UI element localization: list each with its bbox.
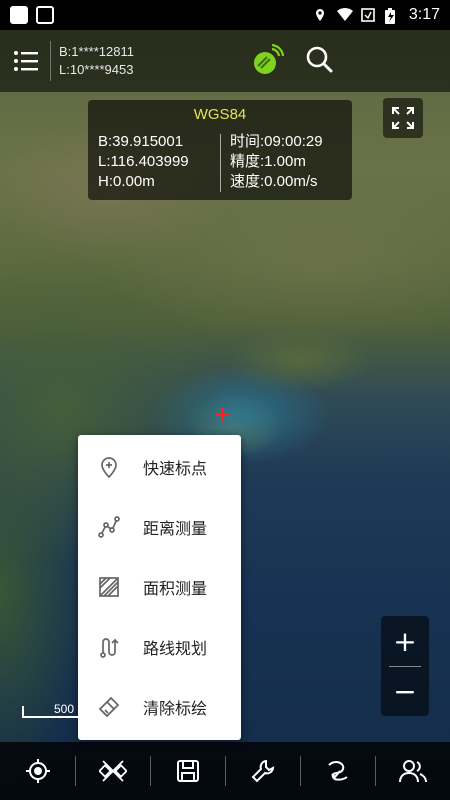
menu-item-label: 清除标绘 xyxy=(143,699,208,718)
track-icon xyxy=(325,758,351,784)
menu-item-route-plan[interactable]: 路线规划 xyxy=(78,617,241,677)
wrench-icon xyxy=(250,758,276,784)
menu-item-label: 面积测量 xyxy=(143,579,208,598)
users-button[interactable] xyxy=(375,742,450,800)
locate-icon xyxy=(25,758,51,784)
coord-l: L:10****9453 xyxy=(59,62,134,77)
track-button[interactable] xyxy=(300,742,375,800)
menu-item-quick-mark[interactable]: 快速标点 xyxy=(78,437,241,497)
save-icon xyxy=(175,758,201,784)
search-icon xyxy=(302,42,338,78)
menu-item-area-measure[interactable]: 面积测量 xyxy=(78,557,241,617)
clock: 3:17 xyxy=(408,6,440,23)
bottom-toolbar xyxy=(0,742,450,800)
longitude-value: L:116.403999 xyxy=(98,153,189,170)
zoom-out-button[interactable]: − xyxy=(381,666,429,716)
gallery-icon xyxy=(10,6,28,24)
menu-item-label: 快速标点 xyxy=(143,459,208,478)
accuracy-value: 精度:1.00m xyxy=(230,153,306,170)
tools-button[interactable] xyxy=(75,742,150,800)
menu-item-clear-marks[interactable]: 清除标绘 xyxy=(78,677,241,737)
fullscreen-button[interactable] xyxy=(383,98,423,138)
menu-icon xyxy=(13,50,39,72)
settings-tools-button[interactable] xyxy=(225,742,300,800)
clear-brush-icon xyxy=(97,695,121,719)
current-coordinates: B:1****12811 L:10****9453 xyxy=(59,43,134,79)
topbar-divider xyxy=(50,41,51,81)
pin-add-icon xyxy=(97,455,121,479)
zoom-control: + − xyxy=(381,616,429,716)
route-plan-icon xyxy=(97,635,121,659)
datum-label: WGS84 xyxy=(193,106,247,123)
location-icon xyxy=(313,8,327,22)
gps-signal-button[interactable] xyxy=(250,44,284,78)
top-bar: B:1****12811 L:10****9453 xyxy=(0,30,450,92)
scale-bar: 500 xyxy=(22,700,82,720)
latitude-value: B:39.915001 xyxy=(98,133,184,150)
fullscreen-icon xyxy=(391,106,415,130)
scale-label: 500 xyxy=(54,702,75,716)
sim-icon xyxy=(361,8,375,22)
info-divider xyxy=(220,134,221,192)
menu-item-label: 路线规划 xyxy=(143,639,208,658)
menu-button[interactable] xyxy=(4,39,48,83)
menu-item-label: 距离测量 xyxy=(143,519,208,538)
crosshair-icon xyxy=(215,408,229,422)
height-value: H:0.00m xyxy=(98,173,155,190)
gps-signal-icon xyxy=(250,44,284,78)
distance-measure-icon xyxy=(97,515,121,539)
zoom-in-button[interactable]: + xyxy=(381,616,429,666)
speed-value: 速度:0.00m/s xyxy=(230,173,318,190)
image-icon xyxy=(36,6,54,24)
position-info-panel: WGS84 B:39.915001 L:116.403999 H:0.00m 时… xyxy=(88,100,352,200)
area-measure-icon xyxy=(97,575,121,599)
locate-button[interactable] xyxy=(0,742,75,800)
save-button[interactable] xyxy=(150,742,225,800)
search-button[interactable] xyxy=(302,42,338,78)
wifi-icon xyxy=(336,8,353,22)
scale-line xyxy=(22,716,78,718)
battery-icon xyxy=(384,8,399,24)
time-value: 时间:09:00:29 xyxy=(230,133,323,150)
menu-item-distance-measure[interactable]: 距离测量 xyxy=(78,497,241,557)
status-bar: 3:17 xyxy=(0,0,450,30)
tools-popup-menu: 快速标点 距离测量 面积测量 路线规划 清除标绘 xyxy=(78,435,241,740)
tools-cross-icon xyxy=(98,757,127,785)
users-icon xyxy=(398,758,427,784)
coord-b: B:1****12811 xyxy=(59,44,134,59)
